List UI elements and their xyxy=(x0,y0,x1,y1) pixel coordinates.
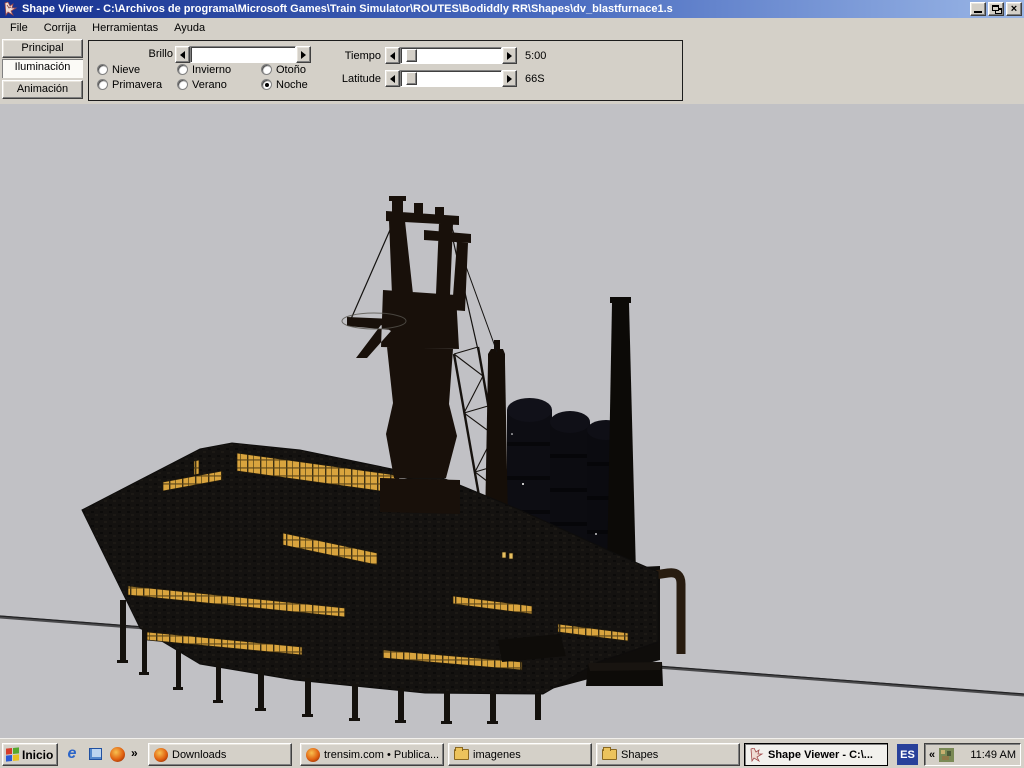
task-imagenes[interactable]: imagenes xyxy=(448,743,592,766)
tab-principal[interactable]: Principal xyxy=(2,39,83,58)
time-value: 5:00 xyxy=(525,50,546,63)
radio-circle[interactable] xyxy=(97,79,108,90)
radio-label: Noche xyxy=(276,79,308,91)
time-slider-track[interactable] xyxy=(400,47,502,64)
radio-circle-selected[interactable] xyxy=(261,79,272,90)
radio-verano[interactable]: Verano xyxy=(177,78,227,91)
radio-label: Otoño xyxy=(276,64,306,76)
thin-chimney xyxy=(485,340,508,524)
task-shape-viewer[interactable]: Shape Viewer - C:\... xyxy=(744,743,888,766)
radio-invierno[interactable]: Invierno xyxy=(177,63,231,76)
latitude-slider-thumb[interactable] xyxy=(406,72,417,85)
radio-label: Primavera xyxy=(112,79,162,91)
language-indicator[interactable]: ES xyxy=(897,744,918,765)
tab-iluminacion[interactable]: Iluminación xyxy=(2,59,83,78)
radio-label: Nieve xyxy=(112,64,140,76)
windows-logo-icon xyxy=(6,747,19,761)
shape-viewer-icon xyxy=(750,748,764,762)
start-button[interactable]: Inicio xyxy=(2,743,58,766)
menu-file[interactable]: File xyxy=(2,20,36,36)
brightness-slider[interactable] xyxy=(175,46,311,63)
menu-bar: File Corrija Herramientas Ayuda xyxy=(0,18,1024,37)
brightness-label: Brillo xyxy=(129,48,173,61)
menu-corrija[interactable]: Corrija xyxy=(36,20,84,36)
latitude-slider-left-arrow[interactable] xyxy=(385,70,400,87)
clock: 11:49 AM xyxy=(958,749,1016,761)
radio-circle[interactable] xyxy=(97,64,108,75)
radio-label: Verano xyxy=(192,79,227,91)
latitude-slider-track[interactable] xyxy=(400,70,502,87)
brightness-slider-right-arrow[interactable] xyxy=(296,46,311,63)
latitude-slider[interactable] xyxy=(385,70,517,87)
firefox-icon xyxy=(306,748,320,762)
tab-animacion[interactable]: Animación xyxy=(2,80,83,99)
model-viewport[interactable] xyxy=(0,104,1024,738)
window-title: Shape Viewer - C:\Archivos de programa\M… xyxy=(22,3,966,15)
task-downloads[interactable]: Downloads xyxy=(148,743,292,766)
radio-circle[interactable] xyxy=(261,64,272,75)
folder-icon xyxy=(454,749,469,760)
task-trensim[interactable]: trensim.com • Publica... xyxy=(300,743,444,766)
folder-icon xyxy=(602,749,617,760)
menu-herramientas[interactable]: Herramientas xyxy=(84,20,166,36)
restore-button[interactable] xyxy=(988,2,1004,16)
tray-chevron[interactable]: « xyxy=(929,749,935,761)
hopper-box xyxy=(586,662,663,686)
latitude-value: 66S xyxy=(525,73,545,86)
blast-furnace-scene xyxy=(0,104,1024,738)
time-slider-thumb[interactable] xyxy=(406,49,417,62)
radio-label: Invierno xyxy=(192,64,231,76)
latitude-slider-right-arrow[interactable] xyxy=(502,70,517,87)
radio-primavera[interactable]: Primavera xyxy=(97,78,162,91)
task-shapes[interactable]: Shapes xyxy=(596,743,740,766)
task-label: Shape Viewer - C:\... xyxy=(768,749,873,761)
tray-picture-icon[interactable] xyxy=(939,748,954,762)
radio-circle[interactable] xyxy=(177,64,188,75)
task-label: Downloads xyxy=(172,749,226,761)
time-slider-right-arrow[interactable] xyxy=(502,47,517,64)
messenger-icon[interactable] xyxy=(86,745,104,763)
task-label: imagenes xyxy=(473,749,521,761)
radio-otono[interactable]: Otoño xyxy=(261,63,306,76)
taskbar: Inicio e » Downloads trensim.com • Publi… xyxy=(0,738,1024,768)
internet-explorer-icon[interactable]: e xyxy=(63,745,81,763)
firefox-quicklaunch-icon[interactable] xyxy=(108,745,126,763)
lighting-panel: Brillo Tiempo 5:00 Latitude 66S Nieve xyxy=(88,40,683,101)
brightness-slider-track[interactable] xyxy=(190,46,296,63)
minimize-button[interactable] xyxy=(970,2,986,16)
firefox-icon xyxy=(154,748,168,762)
time-label: Tiempo xyxy=(337,50,381,63)
shape-viewer-app-icon xyxy=(4,2,18,16)
radio-noche[interactable]: Noche xyxy=(261,78,308,91)
task-label: Shapes xyxy=(621,749,658,761)
radio-circle[interactable] xyxy=(177,79,188,90)
system-tray: « 11:49 AM xyxy=(924,743,1021,766)
latitude-label: Latitude xyxy=(333,73,381,86)
quicklaunch-overflow-chevron[interactable]: » xyxy=(131,746,138,760)
start-label: Inicio xyxy=(22,748,53,762)
time-slider-left-arrow[interactable] xyxy=(385,47,400,64)
menu-ayuda[interactable]: Ayuda xyxy=(166,20,213,36)
brightness-slider-left-arrow[interactable] xyxy=(175,46,190,63)
radio-nieve[interactable]: Nieve xyxy=(97,63,140,76)
toolbar: Principal Iluminación Animación Brillo T… xyxy=(0,37,1024,104)
task-label: trensim.com • Publica... xyxy=(324,749,439,761)
title-bar[interactable]: Shape Viewer - C:\Archivos de programa\M… xyxy=(0,0,1024,18)
close-button[interactable]: × xyxy=(1006,2,1022,16)
time-slider[interactable] xyxy=(385,47,517,64)
